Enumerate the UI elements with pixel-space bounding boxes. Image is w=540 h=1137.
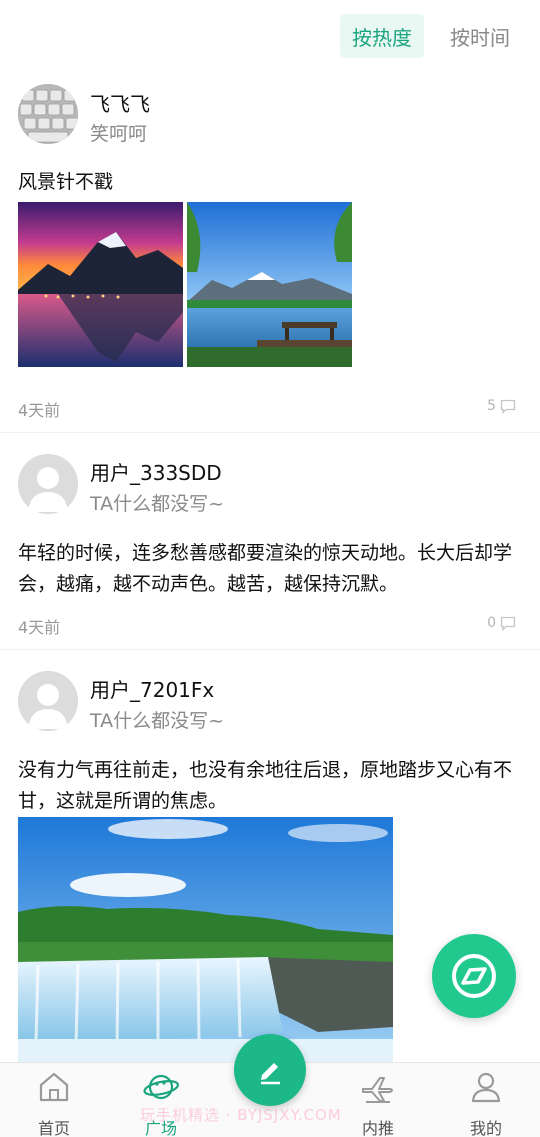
compass-fab-button[interactable] [432, 934, 516, 1018]
compass-icon [452, 954, 496, 998]
plane-icon [362, 1077, 393, 1103]
avatar[interactable] [18, 671, 78, 731]
comment-count[interactable]: 0 [487, 615, 516, 631]
house-icon [39, 1072, 69, 1102]
username[interactable]: 飞飞飞 [90, 88, 150, 117]
nav-square[interactable]: 广场 [116, 1063, 206, 1137]
watermark-text: 玩手机精选 · BYJSJXY.COM [140, 1106, 342, 1124]
nav-home[interactable]: 首页 [9, 1063, 99, 1137]
nav-mine-label: 我的 [469, 1119, 502, 1137]
user-signature: 笑呵呵 [90, 123, 148, 145]
comment-count[interactable]: 5 [487, 398, 516, 414]
comment-icon [500, 616, 516, 631]
person-icon [471, 1072, 501, 1103]
nav-mine[interactable]: 我的 [441, 1063, 531, 1137]
keyboard-avatar-image [18, 84, 78, 144]
post-time: 4天前 [18, 401, 61, 420]
default-avatar-icon [18, 454, 78, 514]
sort-by-hot-tab[interactable]: 按热度 [340, 14, 424, 58]
post-text: 没有力气再往前走，也没有余地往后退，原地踏步又心有不甘，这就是所谓的焦虑。 [18, 759, 513, 812]
comment-count-value: 0 [487, 615, 496, 631]
comment-count-value: 5 [487, 398, 496, 414]
post-image-sunset-mountain-lake[interactable] [18, 202, 183, 367]
nav-home-label: 首页 [37, 1119, 70, 1137]
compose-button[interactable] [234, 1034, 306, 1106]
user-signature: TA什么都没写~ [90, 493, 225, 515]
nav-referral[interactable]: 内推 [333, 1063, 423, 1137]
post-time: 4天前 [18, 618, 61, 637]
sort-by-time-tab[interactable]: 按时间 [438, 14, 522, 58]
username[interactable]: 用户_7201Fx [90, 674, 214, 703]
post-image-lake-bench-mountains[interactable] [187, 202, 352, 367]
sort-tabs: 按热度 按时间 [340, 14, 522, 58]
post-text: 年轻的时候，连多愁善感都要渲染的惊天动地。长大后却学会，越痛，越不动声色。越苦，… [18, 542, 513, 595]
pencil-icon [261, 1063, 280, 1085]
default-avatar-icon [18, 671, 78, 731]
user-signature: TA什么都没写~ [90, 710, 225, 732]
avatar[interactable] [18, 84, 78, 144]
avatar[interactable] [18, 454, 78, 514]
post-divider [0, 432, 540, 433]
post-divider [0, 649, 540, 650]
planet-icon [143, 1074, 179, 1100]
comment-icon [500, 399, 516, 414]
post-image-waterfall[interactable] [18, 817, 393, 1062]
username[interactable]: 用户_333SDD [90, 457, 222, 486]
nav-referral-label: 内推 [361, 1119, 394, 1137]
post-text: 风景针不戳 [18, 171, 114, 193]
